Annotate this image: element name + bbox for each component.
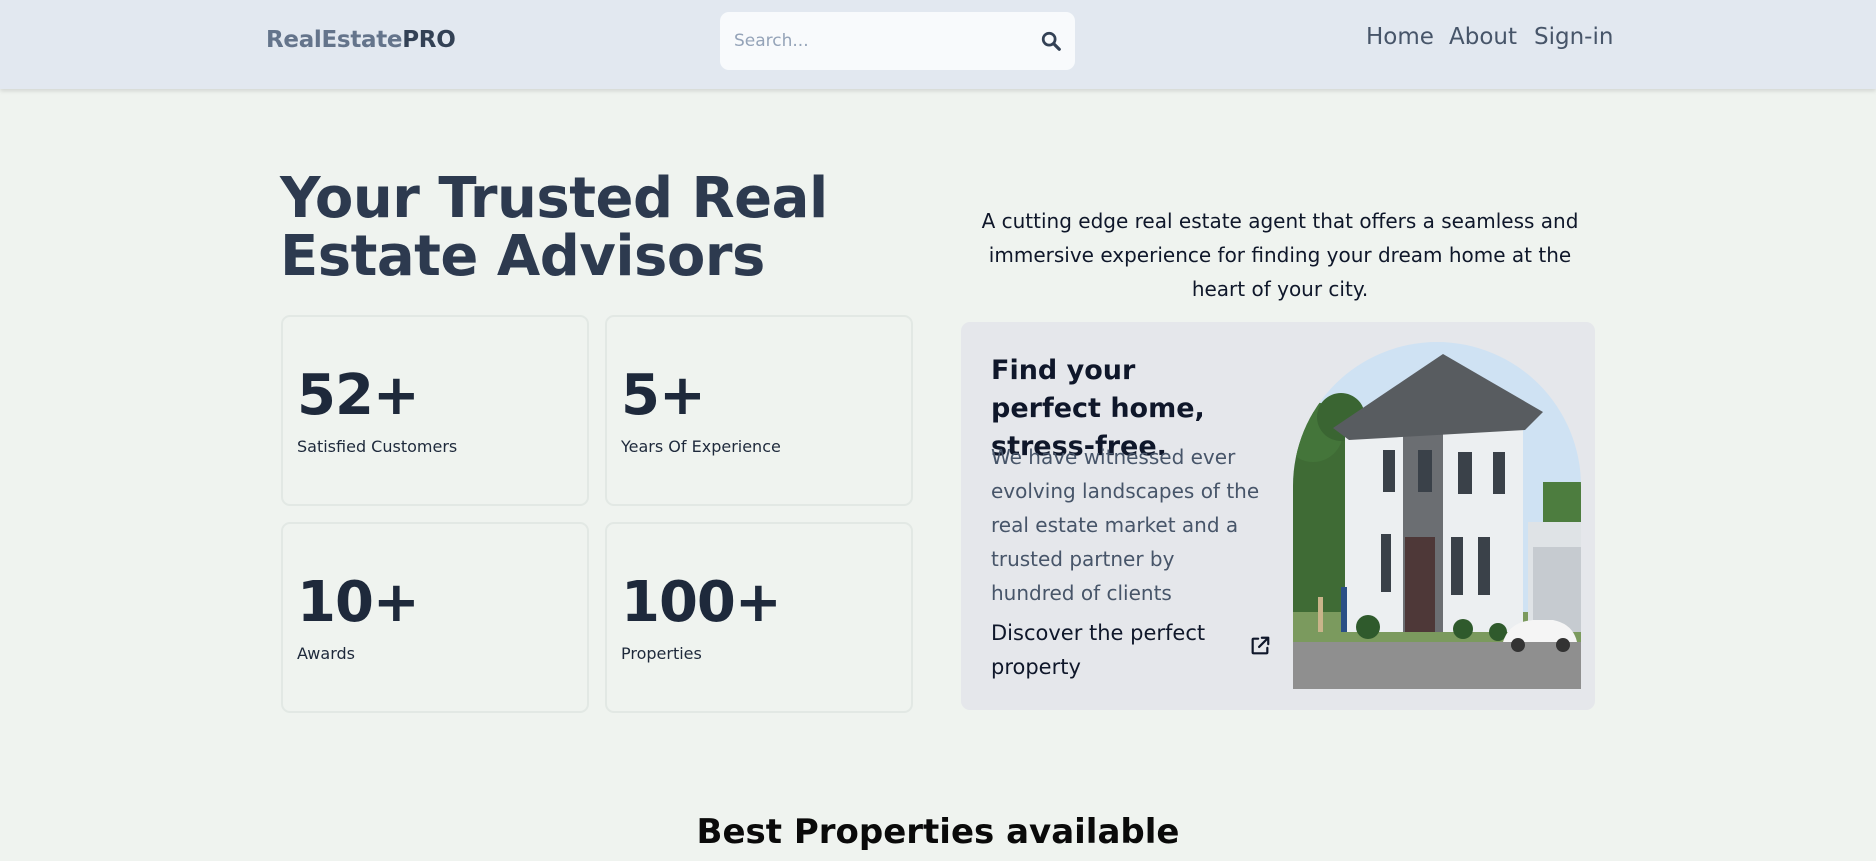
stat-value: 10+ (297, 570, 420, 635)
hero-title: Your Trusted Real Estate Advisors (280, 166, 828, 289)
nav-about[interactable]: About (1449, 24, 1517, 50)
nav-sign-in[interactable]: Sign-in (1534, 24, 1613, 50)
feature-card: Find your perfect home, stress-free. We … (961, 322, 1595, 710)
stat-label: Awards (297, 644, 355, 663)
stat-value: 52+ (297, 363, 420, 428)
section-title: Best Properties available (696, 812, 1180, 852)
external-link-icon[interactable] (1249, 635, 1271, 657)
stat-label: Properties (621, 644, 702, 663)
stat-label: Satisfied Customers (297, 437, 458, 456)
stat-card-properties: 100+ Properties (605, 522, 913, 713)
top-navbar: RealEstatePRO Home About Sign-in (0, 0, 1876, 89)
stat-value: 5+ (621, 363, 706, 428)
search-input[interactable] (734, 26, 1024, 56)
search-box (720, 12, 1075, 70)
stat-card-customers: 52+ Satisfied Customers (281, 315, 589, 506)
discover-property-link[interactable]: Discover the perfect property (991, 616, 1231, 684)
stat-card-experience: 5+ Years Of Experience (605, 315, 913, 506)
stat-value: 100+ (621, 570, 782, 635)
feature-description: We have witnessed ever evolving landscap… (991, 445, 1260, 605)
stat-label: Years Of Experience (621, 437, 781, 456)
house-image (1293, 342, 1581, 689)
search-icon[interactable] (1040, 30, 1062, 52)
nav-home[interactable]: Home (1366, 24, 1434, 50)
stat-card-awards: 10+ Awards (281, 522, 589, 713)
logo[interactable]: RealEstatePRO (266, 27, 456, 53)
hero-tagline: A cutting edge real estate agent that of… (981, 209, 1579, 301)
